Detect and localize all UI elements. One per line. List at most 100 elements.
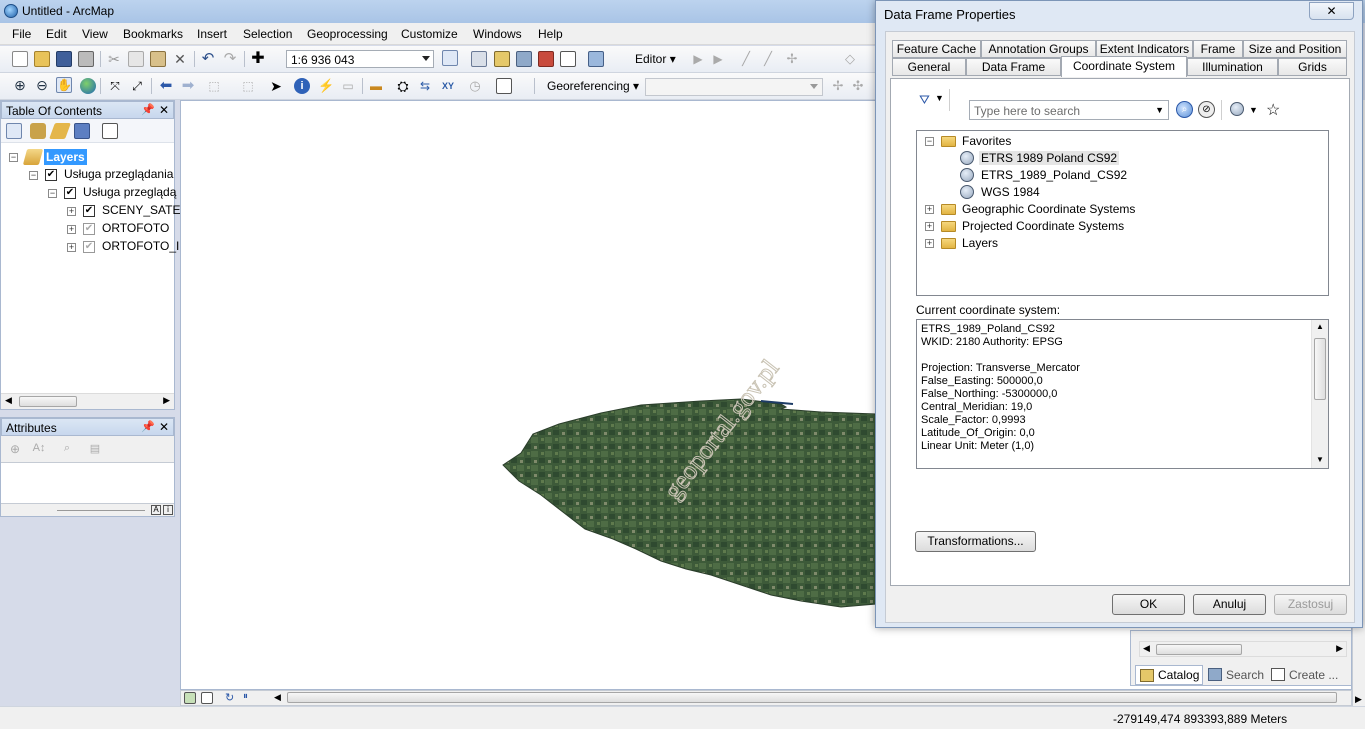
georeferencing-layer-dropdown[interactable] (645, 78, 823, 96)
menu-file[interactable]: File (12, 27, 31, 41)
menu-selection[interactable]: Selection (243, 27, 292, 41)
forward-arrow-icon[interactable]: ➡ (180, 78, 196, 94)
add-to-favorites-star-icon[interactable]: ☆ (1266, 100, 1280, 120)
expand-layer-icon[interactable]: + (67, 225, 76, 234)
expand-folder-icon[interactable]: + (925, 222, 934, 231)
toc-layer-item[interactable]: SCENY_SATEI (102, 203, 184, 217)
search-icon[interactable]: ⌕ (1176, 101, 1193, 118)
menu-geoprocessing[interactable]: Geoprocessing (307, 27, 388, 41)
scroll-right-icon[interactable]: ▶ (1355, 694, 1362, 705)
close-icon[interactable]: ✕ (159, 103, 169, 117)
scroll-left-icon[interactable]: ◀ (1143, 643, 1150, 654)
save-icon[interactable] (56, 51, 72, 67)
straight-segment-icon[interactable]: ╱ (738, 51, 754, 67)
list-by-source-icon[interactable] (30, 123, 46, 139)
menu-insert[interactable]: Insert (197, 27, 227, 41)
collapse-sublayer-icon[interactable]: − (48, 189, 57, 198)
editor-toolbar-icon[interactable] (442, 50, 458, 66)
collapse-service-icon[interactable]: − (29, 171, 38, 180)
table-of-contents-icon[interactable] (471, 51, 487, 67)
close-icon[interactable]: ✕ (159, 420, 169, 434)
tree-favorite-item[interactable]: ETRS_1989_Poland_CS92 (981, 168, 1127, 182)
toc-layer-item[interactable]: Usługa przeglądania (64, 167, 173, 181)
html-popup-icon[interactable]: ▭ (340, 78, 356, 94)
tree-geographic-systems[interactable]: Geographic Coordinate Systems (962, 202, 1135, 216)
scroll-left-icon[interactable]: ◀ (274, 692, 281, 703)
find-binoculars-icon[interactable]: ⛭ (395, 78, 411, 94)
search-tab[interactable]: Search (1206, 665, 1268, 685)
tree-projected-systems[interactable]: Projected Coordinate Systems (962, 219, 1124, 233)
identify-info-icon[interactable]: i (294, 78, 310, 94)
scrollbar-thumb[interactable] (1314, 338, 1326, 400)
pan-hand-icon[interactable]: ✋ (56, 77, 72, 93)
python-window-icon[interactable] (560, 51, 576, 67)
catalog-icon[interactable] (494, 51, 510, 67)
editor-menu[interactable]: Editor ▾ (635, 52, 676, 66)
layer-visibility-checkbox[interactable]: ✔ (45, 169, 57, 181)
zoom-in-icon[interactable]: ⊕ (12, 78, 28, 94)
modelbuilder-icon[interactable] (588, 51, 604, 67)
clear-search-icon[interactable]: ⊘ (1198, 101, 1215, 118)
toc-horizontal-scrollbar[interactable]: ◀ ▶ (1, 393, 174, 409)
back-arrow-icon[interactable]: ⬅ (158, 78, 174, 94)
pin-icon[interactable]: 📌 (141, 420, 155, 433)
delete-icon[interactable]: ✕ (172, 51, 188, 67)
tab-grids[interactable]: Grids (1278, 58, 1347, 76)
menu-help[interactable]: Help (538, 27, 563, 41)
scrollbar-thumb[interactable] (19, 396, 77, 407)
toc-layer-item[interactable]: ORTOFOTO (102, 221, 169, 235)
scroll-down-icon[interactable]: ▼ (1316, 455, 1324, 464)
details-vertical-scrollbar[interactable]: ▲ ▼ (1311, 320, 1328, 468)
new-document-icon[interactable] (12, 51, 28, 67)
tab-feature-cache[interactable]: Feature Cache (892, 40, 981, 58)
tree-favorites[interactable]: Favorites (962, 134, 1011, 148)
edit-annotation-icon[interactable]: ▶ (710, 51, 726, 67)
add-control-points-icon[interactable]: ✢ (830, 78, 846, 94)
tab-general[interactable]: General (892, 58, 966, 76)
filter-icon[interactable]: ⌕ (59, 442, 75, 458)
layer-visibility-checkbox[interactable]: ✔ (64, 187, 76, 199)
scroll-left-icon[interactable]: ◀ (5, 395, 12, 406)
fixed-zoom-in-icon[interactable]: ⤧ (107, 78, 123, 94)
endpoint-arc-icon[interactable]: ╱ (760, 51, 776, 67)
copy-icon[interactable] (128, 51, 144, 67)
expand-folder-icon[interactable]: + (925, 205, 934, 214)
catalog-tab[interactable]: Catalog (1135, 665, 1203, 685)
collapse-layers-icon[interactable]: − (9, 153, 18, 162)
fixed-zoom-out-icon[interactable]: ⤢ (129, 78, 145, 94)
scroll-right-icon[interactable]: ▶ (163, 395, 170, 406)
measure-icon[interactable]: ▬ (368, 78, 384, 94)
list-by-drawing-order-icon[interactable] (6, 123, 22, 139)
chevron-down-icon[interactable]: ▼ (1249, 105, 1258, 115)
pause-drawing-icon[interactable]: ⏸ (243, 691, 255, 705)
edit-vertices-icon[interactable]: ◇ (842, 51, 858, 67)
edit-tool-icon[interactable]: ▶ (690, 51, 706, 67)
scrollbar-thumb[interactable] (1156, 644, 1242, 655)
scrollbar-thumb[interactable] (287, 692, 1337, 703)
expand-layer-icon[interactable]: + (67, 207, 76, 216)
search-window-icon[interactable] (516, 51, 532, 67)
sort-icon[interactable]: A↕ (31, 442, 47, 458)
data-view-icon[interactable] (184, 692, 196, 704)
layers-dataframe-label[interactable]: Layers (44, 149, 87, 165)
hyperlink-lightning-icon[interactable]: ⚡ (318, 78, 334, 94)
pin-icon[interactable]: 📌 (141, 103, 155, 116)
catalog-horizontal-scrollbar[interactable]: ◀ ▶ (1139, 641, 1347, 657)
go-to-xy-icon[interactable]: XY (440, 78, 456, 94)
menu-customize[interactable]: Customize (401, 27, 458, 41)
menu-edit[interactable]: Edit (46, 27, 67, 41)
open-folder-icon[interactable] (34, 51, 50, 67)
list-by-selection-icon[interactable] (74, 123, 90, 139)
layout-view-icon[interactable] (201, 692, 213, 704)
refresh-icon[interactable]: ↻ (225, 691, 237, 705)
ok-button[interactable]: OK (1112, 594, 1185, 615)
map-scale-dropdown[interactable]: 1:6 936 043 (286, 50, 434, 68)
toc-layer-item[interactable]: Usługa przeglądą (83, 185, 176, 199)
layer-visibility-checkbox[interactable]: ✔ (83, 223, 95, 235)
current-coordinate-system-details[interactable]: ETRS_1989_Poland_CS92 WKID: 2180 Authori… (916, 319, 1329, 469)
tree-layers[interactable]: Layers (962, 236, 998, 250)
menu-view[interactable]: View (82, 27, 108, 41)
time-slider-icon[interactable]: ◷ (467, 78, 483, 94)
sort-alpha-icon[interactable]: A (151, 505, 161, 515)
clear-selection-icon[interactable]: ⬚ (240, 78, 256, 94)
